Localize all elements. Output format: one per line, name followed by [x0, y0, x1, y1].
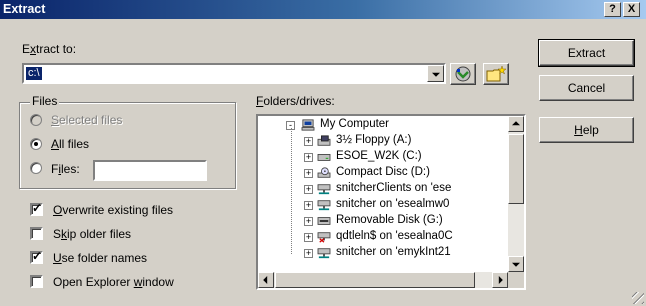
overwrite-label[interactable]: Overwrite existing files	[53, 203, 173, 217]
expand-icon[interactable]: +	[304, 185, 313, 194]
skip-older-checkbox[interactable]	[30, 227, 43, 240]
vertical-scrollbar[interactable]	[508, 116, 524, 272]
scroll-down-button[interactable]	[508, 256, 524, 272]
folder-arrow-icon	[455, 66, 471, 82]
vertical-scroll-thumb[interactable]	[508, 134, 524, 204]
overwrite-checkbox[interactable]: ✓	[30, 201, 43, 216]
horizontal-scroll-thumb[interactable]	[275, 272, 475, 288]
scroll-up-button[interactable]	[508, 116, 524, 132]
cd-drive-icon	[317, 167, 331, 178]
arrow-right-icon	[498, 276, 503, 284]
expand-icon[interactable]: +	[304, 137, 313, 146]
scroll-left-button[interactable]	[258, 272, 274, 288]
radio-selected-files	[30, 114, 42, 126]
expand-icon[interactable]: +	[304, 169, 313, 178]
browse-folder-button[interactable]	[450, 63, 476, 85]
close-title-button[interactable]: X	[623, 2, 640, 17]
radio-selected-files-label: Selected files	[51, 113, 123, 127]
removable-disk-icon	[317, 217, 331, 225]
expand-icon[interactable]: +	[304, 153, 313, 162]
extract-button[interactable]: Extract	[538, 39, 635, 67]
radio-all-files-label[interactable]: All files	[51, 137, 89, 151]
folders-drives-label: Folders/drives:	[256, 94, 335, 108]
horizontal-scrollbar[interactable]	[258, 272, 508, 288]
title-bar[interactable]: Extract ? X	[0, 0, 646, 19]
files-group-title: Files	[30, 94, 60, 108]
use-folder-names-checkbox[interactable]: ✓	[30, 249, 43, 264]
combo-dropdown-button[interactable]	[427, 65, 444, 82]
floppy-drive-icon	[317, 135, 331, 146]
scroll-corner	[508, 272, 524, 288]
extract-to-label: Extract to:	[22, 42, 77, 56]
checkmark-icon: ✓	[32, 249, 43, 263]
chevron-down-icon	[431, 72, 440, 77]
arrow-left-icon	[263, 276, 268, 284]
network-drive-icon	[317, 184, 331, 195]
radio-files[interactable]	[30, 162, 42, 174]
radio-all-files[interactable]	[30, 138, 42, 150]
radio-files-label[interactable]: Files:	[51, 162, 80, 176]
expand-icon[interactable]: +	[304, 233, 313, 242]
arrow-up-icon	[512, 121, 520, 126]
hard-drive-icon	[317, 154, 331, 161]
network-drive-icon	[317, 200, 331, 211]
extract-to-combobox[interactable]: c:\	[22, 63, 446, 84]
resize-grip-icon[interactable]	[632, 292, 644, 304]
expand-icon[interactable]: +	[304, 249, 313, 258]
new-folder-button[interactable]	[483, 63, 509, 85]
cancel-button[interactable]: Cancel	[539, 75, 634, 101]
expand-icon[interactable]: +	[304, 217, 313, 226]
files-pattern-input[interactable]	[93, 160, 207, 181]
help-button[interactable]: Help	[539, 117, 634, 143]
expand-icon[interactable]: +	[304, 201, 313, 210]
disconnected-network-drive-icon	[317, 232, 331, 243]
window-title: Extract	[3, 2, 46, 16]
tree-connector-line	[291, 128, 292, 254]
folders-tree[interactable]: - My Computer + 3½ Floppy (A:) + ESOE_W2…	[256, 114, 526, 290]
radio-selected-dot	[34, 142, 38, 146]
use-folder-names-label[interactable]: Use folder names	[53, 251, 147, 265]
open-explorer-checkbox[interactable]	[30, 275, 43, 288]
checkmark-icon: ✓	[32, 201, 43, 215]
arrow-down-icon	[512, 262, 520, 267]
scroll-right-button[interactable]	[492, 272, 508, 288]
new-folder-icon	[486, 65, 507, 82]
open-explorer-label[interactable]: Open Explorer window	[53, 275, 174, 289]
network-drive-icon	[317, 248, 331, 259]
extract-to-value[interactable]: c:\	[26, 67, 42, 80]
skip-older-label[interactable]: Skip older files	[53, 227, 131, 241]
extract-dialog: Extract ? X Extract to: c:\ Extract Canc…	[0, 0, 646, 306]
help-title-button[interactable]: ?	[604, 2, 621, 17]
computer-icon	[301, 119, 315, 131]
